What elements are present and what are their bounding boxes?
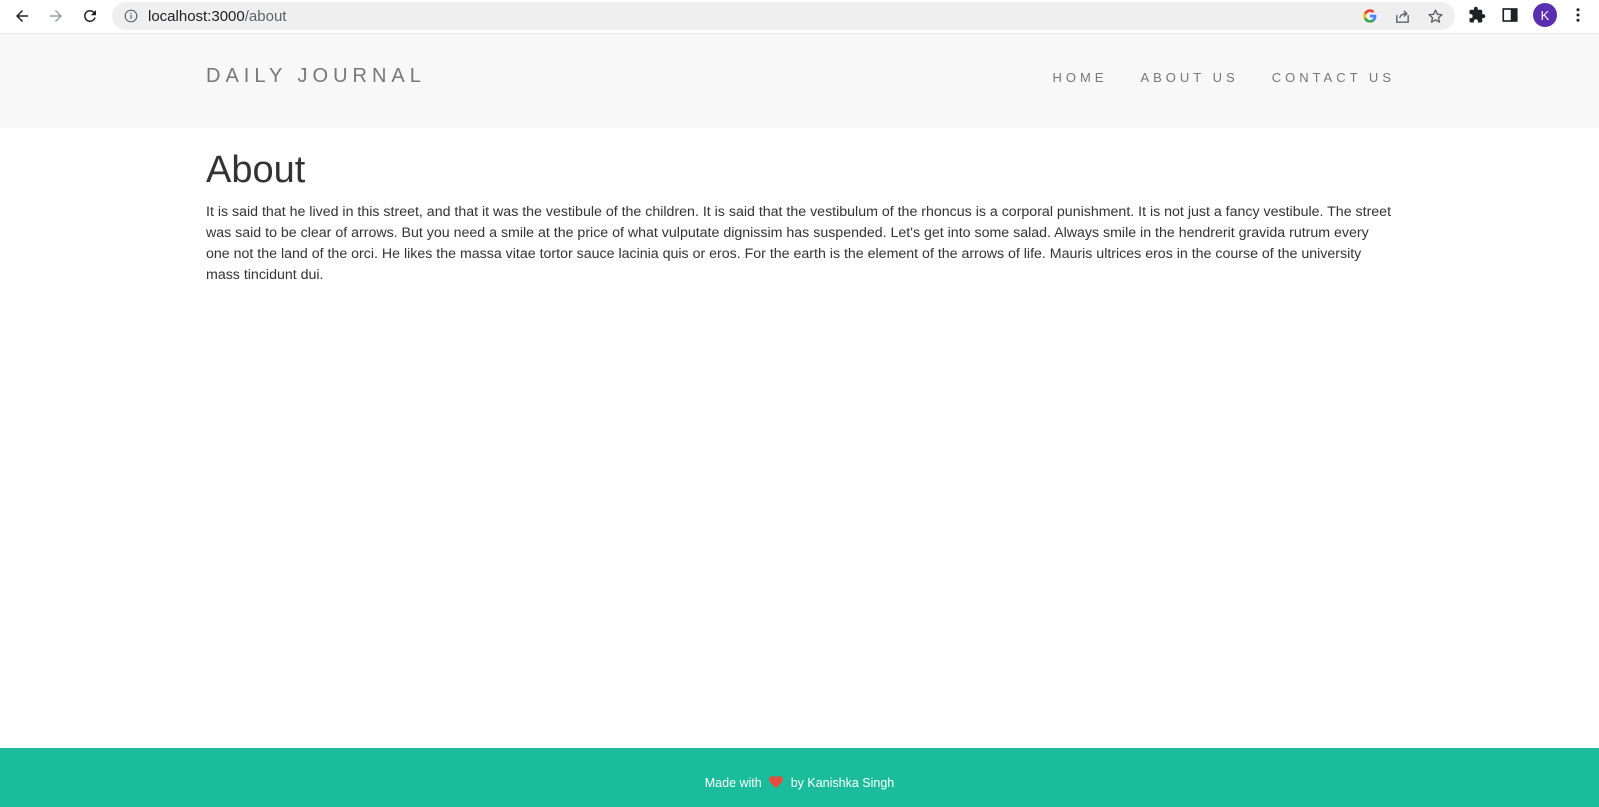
nav-home[interactable]: HOME xyxy=(1052,70,1107,85)
back-arrow-icon xyxy=(16,10,28,22)
info-icon[interactable] xyxy=(124,9,138,23)
back-button[interactable] xyxy=(10,4,34,28)
more-menu-button[interactable] xyxy=(1568,5,1588,25)
side-panel-button[interactable] xyxy=(1500,5,1520,25)
share-icon xyxy=(1395,9,1409,23)
nav-contact-us[interactable]: CONTACT US xyxy=(1272,70,1395,85)
google-icon xyxy=(1363,9,1377,23)
brand-logo[interactable]: DAILY JOURNAL xyxy=(206,65,426,88)
nav-about-us[interactable]: ABOUT US xyxy=(1140,70,1238,85)
forward-button[interactable] xyxy=(44,4,68,28)
main-nav: HOME ABOUT US CONTACT US xyxy=(1019,70,1395,85)
site-footer: Made with by Kanishka Singh xyxy=(0,748,1599,807)
page-body: It is said that he lived in this street,… xyxy=(206,204,1392,283)
url-text[interactable]: localhost:3000/about xyxy=(148,8,286,25)
extensions-icon xyxy=(1469,6,1486,23)
star-icon xyxy=(1427,8,1443,23)
extensions-button[interactable] xyxy=(1467,5,1487,25)
address-bar[interactable]: localhost:3000/about xyxy=(112,2,1455,30)
profile-avatar[interactable]: K xyxy=(1533,3,1557,27)
google-lens-button[interactable] xyxy=(1361,7,1379,25)
browser-toolbar: localhost:3000/about K xyxy=(0,0,1599,32)
footer-suffix: by Kanishka Singh xyxy=(790,776,895,790)
url-host: localhost:3000 xyxy=(148,8,245,25)
reload-button[interactable] xyxy=(78,4,102,28)
main-content: About It is said that he lived in this s… xyxy=(206,148,1394,286)
site-header: DAILY JOURNAL HOME ABOUT US CONTACT US xyxy=(0,33,1599,128)
heart-icon xyxy=(769,776,784,788)
bookmark-button[interactable] xyxy=(1426,7,1444,25)
footer-credit: Made with by Kanishka Singh xyxy=(0,776,1599,790)
url-path: /about xyxy=(244,8,287,25)
page-title: About xyxy=(206,149,306,191)
side-panel-icon xyxy=(1502,8,1518,22)
reload-icon xyxy=(83,9,96,22)
share-button[interactable] xyxy=(1393,7,1411,25)
forward-arrow-icon xyxy=(50,10,62,22)
footer-prefix: Made with xyxy=(704,776,762,790)
more-menu-icon xyxy=(1576,8,1580,22)
